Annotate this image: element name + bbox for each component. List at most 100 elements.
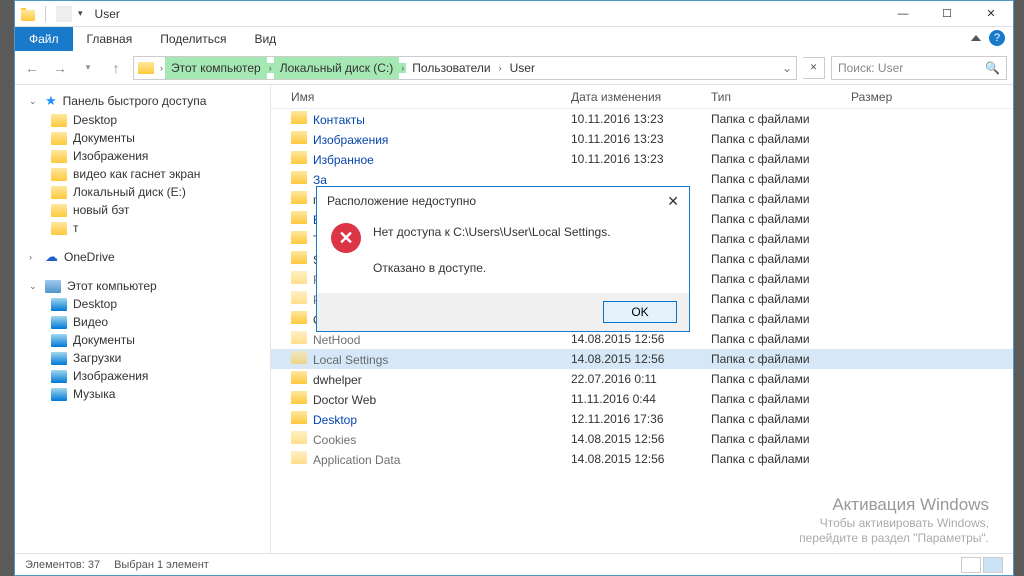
breadcrumb[interactable]: › Этот компьютер › Локальный диск (C:) ›… bbox=[133, 56, 797, 80]
chevron-down-icon[interactable]: ⌄ bbox=[29, 281, 39, 292]
file-type: Папка с файлами bbox=[711, 172, 851, 186]
refresh-button[interactable]: ✕ bbox=[803, 57, 825, 79]
sidebar-item[interactable]: Локальный диск (E:) bbox=[25, 183, 270, 201]
sidebar-item[interactable]: Видео bbox=[25, 313, 270, 331]
file-date: 12.11.2016 17:36 bbox=[571, 412, 711, 426]
file-name: dwhelper bbox=[291, 371, 571, 387]
sidebar-item-label: Документы bbox=[73, 333, 135, 347]
maximize-button[interactable]: ☐ bbox=[925, 1, 969, 27]
sidebar-item[interactable]: видео как гаснет экран bbox=[25, 165, 270, 183]
sidebar-item-label: т bbox=[73, 221, 79, 235]
table-row[interactable]: Desktop12.11.2016 17:36Папка с файлами bbox=[271, 409, 1013, 429]
table-row[interactable]: NetHood14.08.2015 12:56Папка с файлами bbox=[271, 329, 1013, 349]
table-row[interactable]: Doctor Web11.11.2016 0:44Папка с файлами bbox=[271, 389, 1013, 409]
dialog-close-button[interactable]: ✕ bbox=[667, 193, 679, 210]
expand-ribbon-icon[interactable] bbox=[971, 35, 981, 41]
sidebar-item[interactable]: Документы bbox=[25, 129, 270, 147]
chevron-down-icon[interactable]: ⌄ bbox=[782, 61, 792, 75]
dialog-text: Нет доступа к C:\Users\User\Local Settin… bbox=[373, 223, 611, 277]
file-type: Папка с файлами bbox=[711, 392, 851, 406]
file-name: Избранное bbox=[291, 151, 571, 167]
dialog-title: Расположение недоступно bbox=[327, 194, 476, 208]
sidebar-item[interactable]: т bbox=[25, 219, 270, 237]
search-input[interactable]: Поиск: User 🔍 bbox=[831, 56, 1007, 80]
chevron-right-icon[interactable]: › bbox=[29, 252, 39, 262]
sidebar-quick-access-header[interactable]: ⌄ ★ Панель быстрого доступа bbox=[25, 91, 270, 111]
folder-icon bbox=[291, 151, 307, 164]
sidebar-item-label: Desktop bbox=[73, 297, 117, 311]
file-type: Папка с файлами bbox=[711, 152, 851, 166]
sidebar-item[interactable]: Музыка bbox=[25, 385, 270, 403]
tab-share[interactable]: Поделиться bbox=[146, 27, 240, 51]
thumbs-view-icon[interactable] bbox=[983, 557, 1003, 573]
file-name: Local Settings bbox=[291, 351, 571, 367]
sidebar-item[interactable]: новый бэт bbox=[25, 201, 270, 219]
search-placeholder: Поиск: User bbox=[838, 61, 903, 75]
table-row[interactable]: Cookies14.08.2015 12:56Папка с файлами bbox=[271, 429, 1013, 449]
sidebar-item[interactable]: Desktop bbox=[25, 111, 270, 129]
breadcrumb-segment[interactable]: User bbox=[504, 57, 541, 79]
table-row[interactable]: dwhelper22.07.2016 0:11Папка с файлами bbox=[271, 369, 1013, 389]
table-row[interactable]: Контакты10.11.2016 13:23Папка с файлами bbox=[271, 109, 1013, 129]
sidebar-item[interactable]: Desktop bbox=[25, 295, 270, 313]
folder-icon bbox=[51, 370, 67, 383]
details-view-icon[interactable] bbox=[961, 557, 981, 573]
chevron-right-icon[interactable]: › bbox=[399, 63, 406, 73]
column-date[interactable]: Дата изменения bbox=[571, 90, 711, 104]
help-icon[interactable]: ? bbox=[989, 30, 1005, 46]
column-size[interactable]: Размер bbox=[851, 90, 931, 104]
table-row[interactable]: Application Data14.08.2015 12:56Папка с … bbox=[271, 449, 1013, 469]
sidebar-onedrive: › ☁ OneDrive bbox=[25, 247, 270, 267]
file-name: Cookies bbox=[291, 431, 571, 447]
tab-home[interactable]: Главная bbox=[73, 27, 147, 51]
nav-up-button[interactable]: ↑ bbox=[105, 57, 127, 79]
column-name[interactable]: Имя bbox=[291, 90, 571, 104]
qat-dropdown-icon[interactable]: ▾ bbox=[78, 8, 83, 19]
minimize-button[interactable]: — bbox=[881, 1, 925, 27]
breadcrumb-segment[interactable]: Пользователи bbox=[406, 57, 496, 79]
file-date: 14.08.2015 12:56 bbox=[571, 352, 711, 366]
table-row[interactable]: Local Settings14.08.2015 12:56Папка с фа… bbox=[271, 349, 1013, 369]
file-type: Папка с файлами bbox=[711, 452, 851, 466]
sidebar-item[interactable]: Загрузки bbox=[25, 349, 270, 367]
chevron-right-icon[interactable]: › bbox=[267, 63, 274, 73]
search-icon[interactable]: 🔍 bbox=[985, 61, 1000, 75]
sidebar-item[interactable]: Документы bbox=[25, 331, 270, 349]
column-type[interactable]: Тип bbox=[711, 90, 851, 104]
file-date: 22.07.2016 0:11 bbox=[571, 372, 711, 386]
folder-icon bbox=[291, 291, 307, 304]
folder-icon bbox=[51, 204, 67, 217]
dialog-body: ✕ Нет доступа к C:\Users\User\Local Sett… bbox=[317, 215, 689, 293]
sidebar-item-label: Музыка bbox=[73, 387, 115, 401]
file-type: Папка с файлами bbox=[711, 212, 851, 226]
sidebar-thispc: ⌄ Этот компьютер Desktop Видео Документы За… bbox=[25, 277, 270, 403]
folder-icon bbox=[291, 391, 307, 404]
folder-icon bbox=[51, 150, 67, 163]
tab-view[interactable]: Вид bbox=[240, 27, 290, 51]
chevron-right-icon[interactable]: › bbox=[497, 63, 504, 73]
chevron-down-icon[interactable]: ⌄ bbox=[29, 96, 39, 107]
sidebar-thispc-header[interactable]: ⌄ Этот компьютер bbox=[25, 277, 270, 295]
close-button[interactable]: ✕ bbox=[969, 1, 1013, 27]
table-row[interactable]: Изображения10.11.2016 13:23Папка с файла… bbox=[271, 129, 1013, 149]
nav-recent-dropdown[interactable]: ▾ bbox=[77, 57, 99, 79]
folder-icon bbox=[291, 191, 307, 204]
ribbon-right: ? bbox=[971, 30, 1005, 46]
folder-icon bbox=[51, 316, 67, 329]
file-date: 10.11.2016 13:23 bbox=[571, 152, 711, 166]
table-row[interactable]: Избранное10.11.2016 13:23Папка с файлами bbox=[271, 149, 1013, 169]
tab-file[interactable]: Файл bbox=[15, 27, 73, 51]
sidebar-item-label: OneDrive bbox=[64, 250, 115, 264]
chevron-right-icon[interactable]: › bbox=[158, 63, 165, 73]
nav-back-button[interactable]: ← bbox=[21, 57, 43, 79]
sidebar-item[interactable]: Изображения bbox=[25, 147, 270, 165]
sidebar-onedrive-header[interactable]: › ☁ OneDrive bbox=[25, 247, 270, 267]
breadcrumb-segment[interactable]: Этот компьютер bbox=[165, 57, 267, 79]
properties-icon[interactable] bbox=[56, 6, 72, 22]
nav-forward-button[interactable]: → bbox=[49, 57, 71, 79]
ok-button[interactable]: OK bbox=[603, 301, 677, 323]
titlebar: ▾ User — ☐ ✕ bbox=[15, 1, 1013, 27]
sidebar-item[interactable]: Изображения bbox=[25, 367, 270, 385]
error-dialog: Расположение недоступно ✕ ✕ Нет доступа … bbox=[316, 186, 690, 332]
breadcrumb-segment[interactable]: Локальный диск (C:) bbox=[274, 57, 400, 79]
